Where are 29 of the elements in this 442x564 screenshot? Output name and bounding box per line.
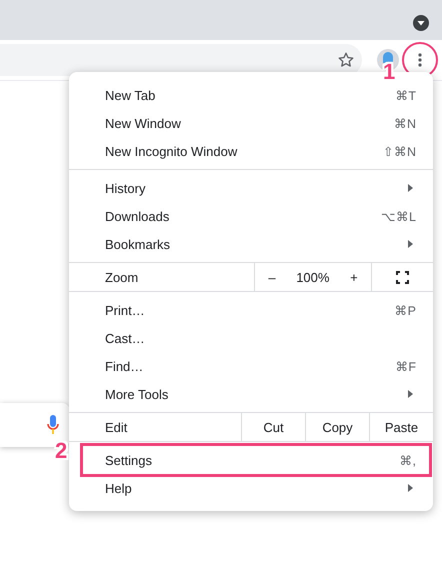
menu-item[interactable]: Find… ⌘F — [69, 352, 433, 380]
fullscreen-icon — [396, 270, 409, 284]
menu-item[interactable]: New Window ⌘N — [69, 109, 433, 137]
bookmark-star-icon[interactable] — [337, 51, 355, 69]
menu-item[interactable]: Bookmarks — [69, 230, 433, 258]
shortcut-label: ⌘P — [394, 302, 416, 318]
shortcut-label: ⌘N — [394, 116, 416, 130]
zoom-out-button[interactable]: – — [262, 270, 282, 284]
more-vertical-icon — [418, 52, 422, 68]
menu-item[interactable]: Help — [69, 474, 433, 502]
shortcut-label: ⌘, — [400, 452, 416, 468]
menu-item[interactable]: Settings ⌘, — [69, 446, 433, 474]
edit-label: Edit — [104, 418, 128, 436]
shortcut-label: ⇧⌘N — [382, 144, 416, 158]
shortcut-label: ⌘F — [395, 358, 416, 374]
menu-item[interactable]: Downloads ⌥⌘L — [69, 202, 433, 230]
zoom-label: Zoom — [104, 268, 140, 286]
shortcut-label: ⌘T — [395, 88, 416, 102]
menu-item[interactable]: New Incognito Window ⇧⌘N — [69, 137, 433, 165]
menu-item[interactable]: More Tools — [69, 380, 433, 408]
zoom-in-button[interactable]: + — [344, 270, 364, 284]
tab-search-icon[interactable] — [413, 15, 429, 31]
menu-item[interactable]: History — [69, 174, 433, 202]
zoom-level: 100% — [296, 270, 330, 284]
menu-item[interactable]: Cast… — [69, 324, 433, 352]
shortcut-label: ⌥⌘L — [381, 208, 416, 224]
callout-number: 2 — [55, 438, 68, 464]
microphone-icon[interactable] — [47, 415, 59, 435]
menu-item[interactable]: Print… ⌘P — [69, 296, 433, 324]
